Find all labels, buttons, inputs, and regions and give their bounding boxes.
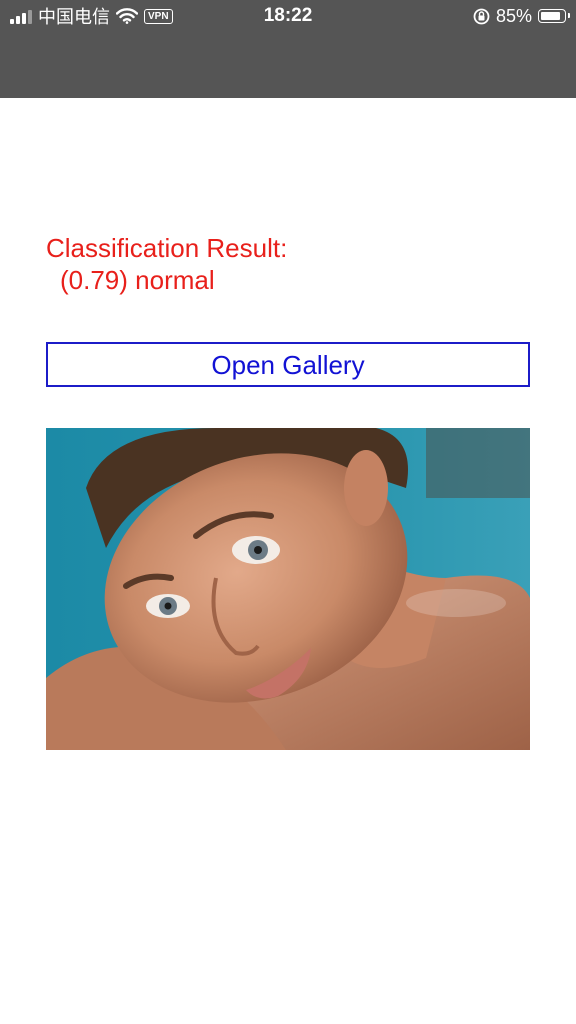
status-bar: 中国电信 VPN 18:22 85% xyxy=(0,0,576,98)
battery-percent: 85% xyxy=(495,5,532,26)
result-value: (0.79) normal xyxy=(60,265,215,295)
portrait-photo-image xyxy=(46,428,530,750)
rotation-lock-icon xyxy=(473,8,490,24)
classification-result: Classification Result: (0.79) normal xyxy=(46,232,287,296)
portrait-photo xyxy=(46,428,530,750)
status-right: 85% xyxy=(473,4,570,28)
battery-icon xyxy=(538,9,570,23)
open-gallery-button[interactable]: Open Gallery xyxy=(46,342,530,387)
result-label: Classification Result: xyxy=(46,233,288,263)
